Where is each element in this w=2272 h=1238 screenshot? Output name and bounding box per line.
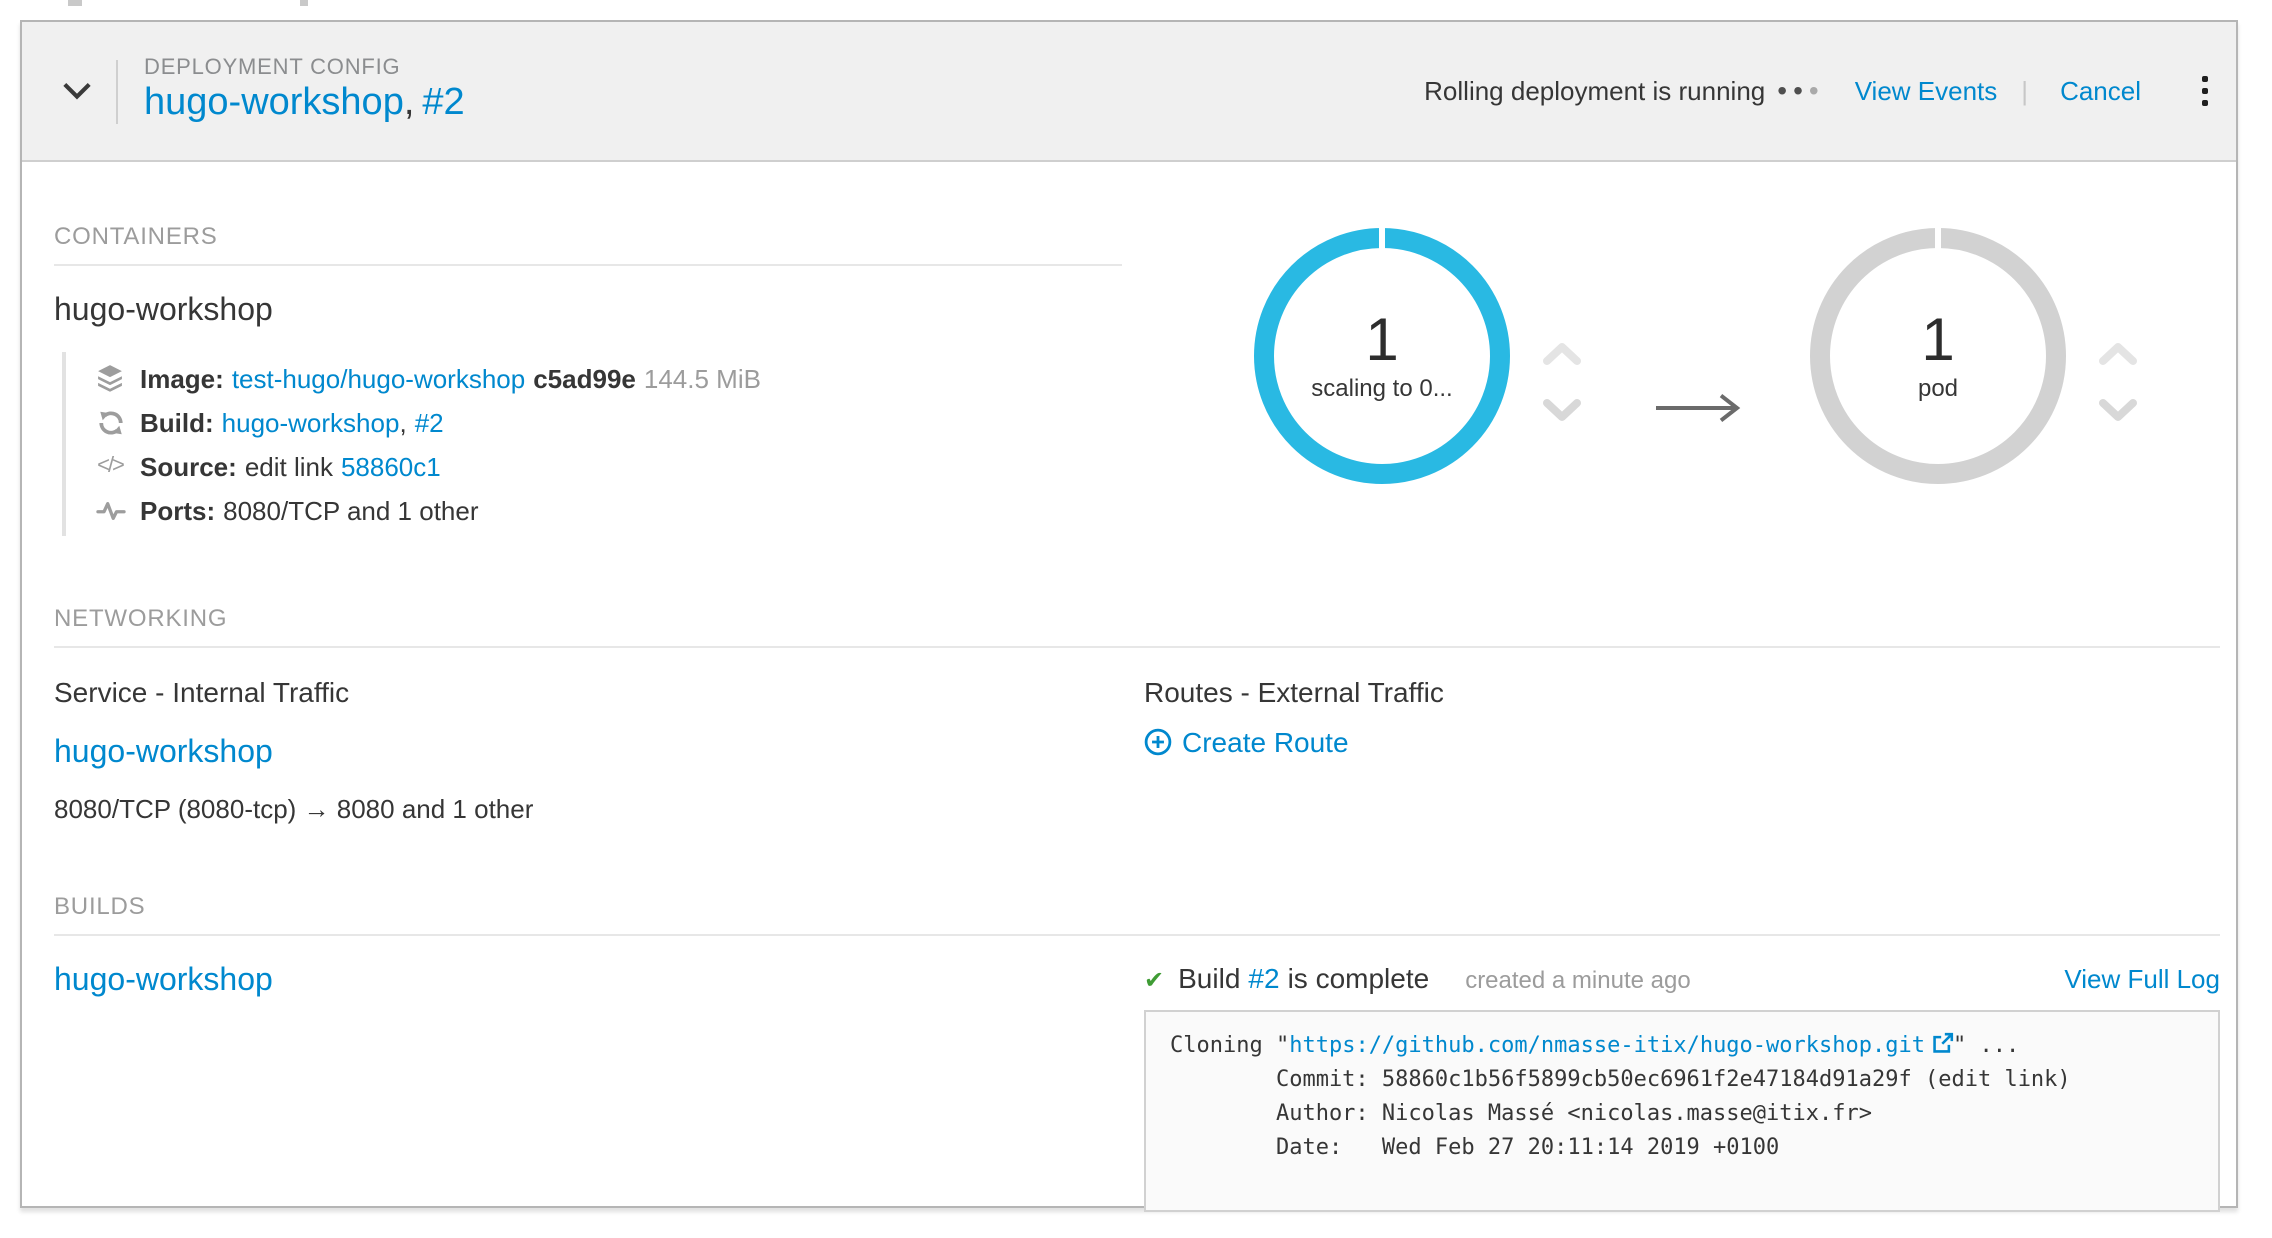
chevron-down-icon <box>2098 398 2138 422</box>
image-tag: c5ad99e <box>533 363 636 393</box>
refresh-icon <box>92 409 128 435</box>
view-full-log-link[interactable]: View Full Log <box>2064 964 2220 994</box>
pulse-icon <box>92 499 128 521</box>
service-ports-text: 8080/TCP (8080-tcp) → 8080 and 1 other <box>54 794 1144 824</box>
networking-section: NETWORKING Service - Internal Traffic hu… <box>54 604 2220 824</box>
plus-circle-icon <box>1144 728 1172 756</box>
scale-down-button[interactable] <box>1538 394 1586 426</box>
resource-kind-label: DEPLOYMENT CONFIG <box>144 56 465 81</box>
donut-notch <box>1935 228 1941 250</box>
chevron-up-icon <box>1542 342 1582 366</box>
current-replica-count: 1 <box>1365 310 1398 373</box>
build-log-snippet: Cloning "https://github.com/nmasse-itix/… <box>1144 1010 2220 1212</box>
scale-up-button[interactable] <box>1538 338 1586 370</box>
build-separator: , <box>399 407 406 437</box>
title-separator: , <box>404 83 415 125</box>
screen-artifact <box>68 0 82 6</box>
create-route-link[interactable]: Create Route <box>1144 726 2220 758</box>
external-link-icon <box>1931 1032 1953 1054</box>
build-status-column: ✔ Build #2 is complete created a minute … <box>1144 936 2220 1212</box>
chevron-down-icon <box>1542 398 1582 422</box>
chevron-up-icon <box>2098 342 2138 366</box>
image-size: 144.5 MiB <box>644 363 761 393</box>
build-name-column: hugo-workshop <box>54 936 1144 1212</box>
container-details: Image: test-hugo/hugo-workshop c5ad99e 1… <box>62 352 1122 536</box>
title-block: DEPLOYMENT CONFIG hugo-workshop,#2 <box>144 56 465 127</box>
log-repo-url-link[interactable]: https://github.com/nmasse-itix/hugo-work… <box>1289 1032 1925 1058</box>
target-pods-donut[interactable]: 1 pod <box>1810 228 2066 484</box>
source-text: edit link <box>245 451 333 481</box>
networking-section-label: NETWORKING <box>54 604 2220 632</box>
containers-section: CONTAINERS hugo-workshop Image: test-hug… <box>54 222 1122 536</box>
source-commit-link[interactable]: 58860c1 <box>341 451 441 481</box>
image-link[interactable]: test-hugo/hugo-workshop <box>232 363 525 393</box>
header-divider <box>116 59 118 123</box>
service-column: Service - Internal Traffic hugo-workshop… <box>54 648 1144 824</box>
check-icon: ✔ <box>1144 966 1164 994</box>
section-divider <box>54 264 1122 266</box>
log-date-line: Date: Wed Feb 27 20:11:14 2019 +0100 <box>1170 1134 1779 1160</box>
containers-section-label: CONTAINERS <box>54 222 1122 250</box>
target-pod-label: pod <box>1918 375 1958 403</box>
log-author-line: Author: Nicolas Massé <nicolas.masse@iti… <box>1170 1100 1872 1126</box>
header-actions: Rolling deployment is running ••• View E… <box>1424 69 2216 112</box>
builds-section: BUILDS hugo-workshop ✔ Build #2 is compl… <box>54 892 2220 1212</box>
build-status-row: ✔ Build #2 is complete created a minute … <box>1144 962 2220 994</box>
deployment-panel: DEPLOYMENT CONFIG hugo-workshop,#2 Rolli… <box>20 20 2238 1208</box>
routes-heading: Routes - External Traffic <box>1144 676 2220 708</box>
service-heading: Service - Internal Traffic <box>54 676 1144 708</box>
build-name-link[interactable]: hugo-workshop <box>54 964 1144 1000</box>
builds-section-label: BUILDS <box>54 892 2220 920</box>
panel-body: CONTAINERS hugo-workshop Image: test-hug… <box>22 162 2236 1212</box>
build-label: Build: <box>140 407 214 437</box>
container-image-row: Image: test-hugo/hugo-workshop c5ad99e 1… <box>92 356 1122 400</box>
page: DEPLOYMENT CONFIG hugo-workshop,#2 Rolli… <box>0 0 2272 1238</box>
deployment-flow-arrow-icon <box>1654 392 1742 424</box>
build-created-timestamp: created a minute ago <box>1465 966 1691 994</box>
container-name: hugo-workshop <box>54 294 1122 330</box>
service-name-link[interactable]: hugo-workshop <box>54 736 1144 772</box>
collapse-toggle[interactable] <box>54 69 98 113</box>
build-status-complete: is complete <box>1288 962 1430 994</box>
replica-stepper <box>1538 338 1586 426</box>
scale-up-button[interactable] <box>2094 338 2142 370</box>
log-commit-line: Commit: 58860c1b56f5899cb50ec6961f2e4718… <box>1170 1066 2071 1092</box>
links-separator: | <box>2021 76 2028 106</box>
deployment-status-text: Rolling deployment is running <box>1424 76 1765 106</box>
cancel-deployment-link[interactable]: Cancel <box>2060 76 2141 106</box>
log-line-suffix: " ... <box>1953 1032 2019 1058</box>
image-label: Image: <box>140 363 224 393</box>
source-label: Source: <box>140 451 237 481</box>
code-icon: </> <box>92 454 128 478</box>
log-line-prefix: Cloning " <box>1170 1032 1289 1058</box>
ports-label: Ports: <box>140 495 215 525</box>
target-pod-count: 1 <box>1921 310 1954 373</box>
view-events-link[interactable]: View Events <box>1855 76 1998 106</box>
donut-notch <box>1379 228 1385 250</box>
chevron-down-icon <box>61 82 91 100</box>
build-link[interactable]: hugo-workshop <box>222 407 400 437</box>
current-replica-label: scaling to 0... <box>1311 375 1452 403</box>
container-source-row: </> Source: edit link 58860c1 <box>92 444 1122 488</box>
create-route-label: Create Route <box>1182 726 1349 758</box>
deployment-version-link[interactable]: #2 <box>422 83 464 125</box>
deployment-name-link[interactable]: hugo-workshop <box>144 83 404 125</box>
scaling-section: 1 scaling to 0... <box>1122 222 2220 536</box>
panel-header: DEPLOYMENT CONFIG hugo-workshop,#2 Rolli… <box>22 22 2236 162</box>
current-replicas-donut: 1 scaling to 0... <box>1254 228 1510 484</box>
build-status-word: Build <box>1178 962 1240 994</box>
layers-icon <box>92 363 128 393</box>
container-ports-row: Ports: 8080/TCP and 1 other <box>92 488 1122 532</box>
routes-column: Routes - External Traffic Create Route <box>1144 648 2220 824</box>
loading-dots-icon: ••• <box>1771 78 1818 104</box>
container-build-row: Build: hugo-workshop, #2 <box>92 400 1122 444</box>
build-status-number-link[interactable]: #2 <box>1248 962 1279 994</box>
page-title: hugo-workshop,#2 <box>144 83 465 127</box>
screen-artifact <box>300 0 308 6</box>
build-number-link[interactable]: #2 <box>415 407 444 437</box>
scale-down-button[interactable] <box>2094 394 2142 426</box>
ports-text: 8080/TCP and 1 other <box>223 495 478 525</box>
kebab-menu-icon[interactable] <box>2193 69 2216 112</box>
replica-stepper <box>2094 338 2142 426</box>
